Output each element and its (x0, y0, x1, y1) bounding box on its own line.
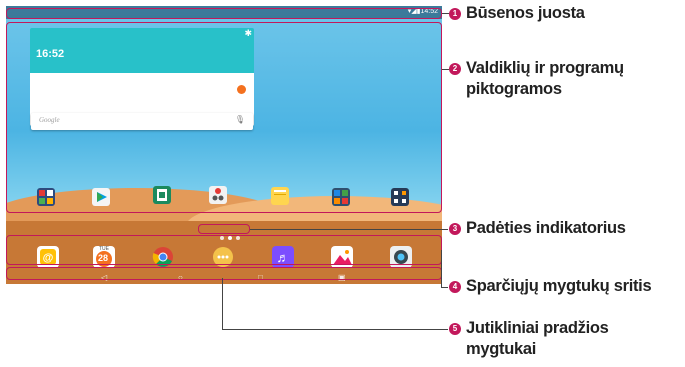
callout-badge: 4 (449, 281, 461, 293)
callout-label: Padėties indikatorius (466, 219, 626, 237)
callout-label-line: Valdiklių ir programų (466, 59, 624, 77)
callout-badge: 2 (449, 63, 461, 75)
connector-line (222, 278, 223, 329)
dock-highlight (6, 235, 442, 265)
connector-line (441, 287, 448, 288)
connector-line (442, 13, 449, 14)
callout-label-line: mygtukai (466, 340, 537, 358)
connector-line (441, 250, 442, 287)
callout-badge: 1 (449, 8, 461, 20)
callout-label: Būsenos juosta (466, 4, 585, 22)
connector-line (222, 329, 448, 330)
callout-label: Sparčiųjų mygtukų sritis (466, 277, 652, 295)
status-bar-highlight (6, 8, 442, 19)
callout-badge: 5 (449, 323, 461, 335)
callout-label: Jutikliniai pradžios mygtukai (466, 318, 609, 360)
widgets-highlight (6, 22, 442, 213)
indicator-highlight (198, 224, 250, 234)
callout-label-line: piktogramos (466, 80, 562, 98)
connector-line (250, 229, 448, 230)
connector-line (442, 69, 449, 70)
nav-highlight (6, 267, 442, 280)
callout-badge: 3 (449, 223, 461, 235)
callout-label-line: Jutikliniai pradžios (466, 319, 609, 337)
callout-label: Valdiklių ir programų piktogramos (466, 58, 624, 100)
